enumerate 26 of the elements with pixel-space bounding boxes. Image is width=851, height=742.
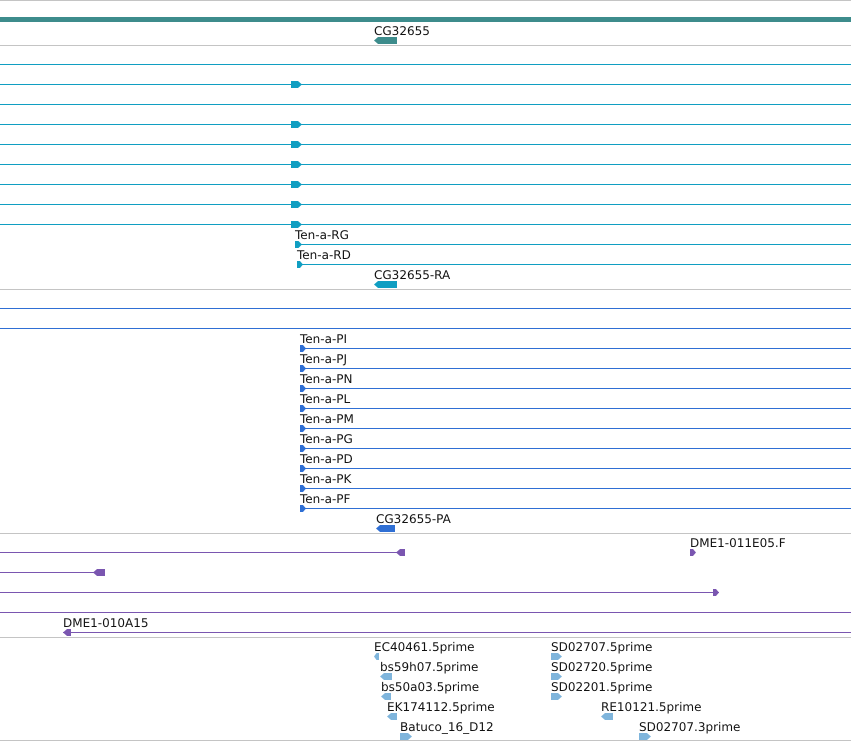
feature-label: Ten-a-PN xyxy=(300,372,353,386)
feature-label: Ten-a-PD xyxy=(300,452,353,466)
feature-label: Ten-a-PG xyxy=(300,432,353,446)
feature-label: Ten-a-PJ xyxy=(300,352,348,366)
feature-label: DME1-010A15 xyxy=(63,616,149,630)
feature-label: bs50a03.5prime xyxy=(381,680,480,694)
feature-label: EC40461.5prime xyxy=(374,640,475,654)
feature-label: Ten-a-PK xyxy=(300,472,352,486)
feature-label: Ten-a-RD xyxy=(297,248,351,262)
feature-label: SD02720.5prime xyxy=(551,660,652,674)
feature-label: Ten-a-PI xyxy=(300,332,348,346)
feature-label: CG32655 xyxy=(374,24,430,38)
feature-label: Ten-a-PF xyxy=(300,492,350,506)
feature-label: Ten-a-PL xyxy=(300,392,350,406)
feature-label: SD02201.5prime xyxy=(551,680,652,694)
feature-label: RE10121.5prime xyxy=(601,700,702,714)
feature-label: CG32655-PA xyxy=(376,512,451,526)
feature-label: EK174112.5prime xyxy=(387,700,495,714)
feature-label: Ten-a-RG xyxy=(295,228,349,242)
feature-label: SD02707.3prime xyxy=(639,720,740,734)
feature-label: Ten-a-PM xyxy=(300,412,354,426)
feature-label: DME1-011E05.F xyxy=(690,536,786,550)
feature-label: SD02707.5prime xyxy=(551,640,652,654)
feature-label: Batuco_16_D12 xyxy=(400,720,494,734)
feature-label: bs59h07.5prime xyxy=(380,660,478,674)
feature-label: CG32655-RA xyxy=(374,268,450,282)
